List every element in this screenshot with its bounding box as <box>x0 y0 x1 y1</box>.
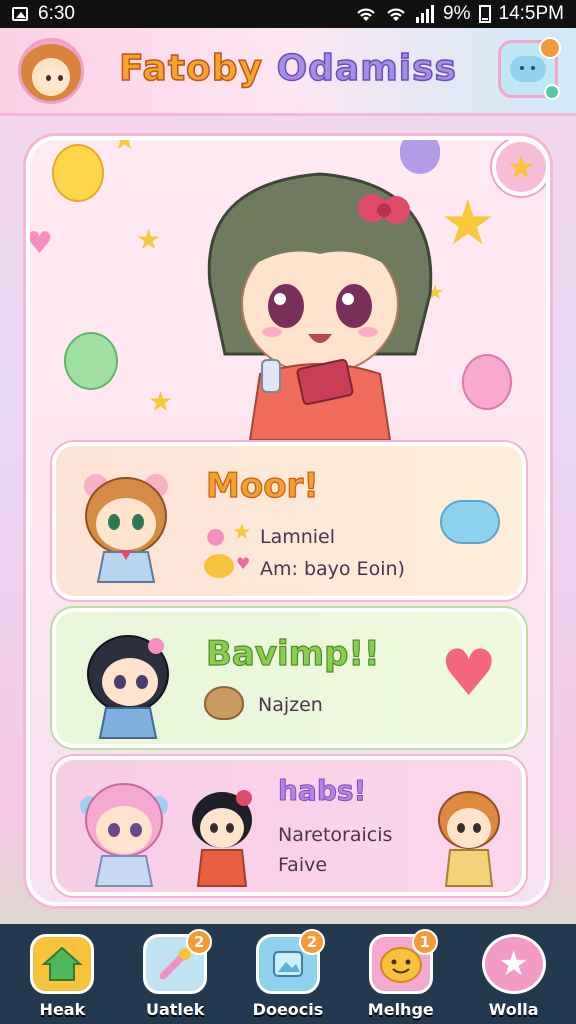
wifi-icon <box>387 8 405 21</box>
star-icon: ★ <box>440 186 496 259</box>
card-title: habs! <box>277 774 367 808</box>
favorite-star-button[interactable]: ★ <box>492 140 546 196</box>
signal-icon <box>416 5 435 23</box>
nav-badge: 1 <box>411 929 438 955</box>
bear-icon <box>204 686 244 720</box>
nav-label: Heak <box>39 1000 86 1019</box>
character-avatar <box>80 783 168 887</box>
bottom-nav: Heak 2 Uatlek 2 Doeocis 1 Melhge ★ Wolla <box>0 924 576 1024</box>
card-title: Moor! <box>205 465 319 506</box>
app-title-part1: Fatoby <box>118 47 264 90</box>
character-avatar <box>84 474 168 583</box>
status-time-left: 6:30 <box>38 3 75 24</box>
nav-item-home[interactable]: Heak <box>8 926 116 1022</box>
smile-icon: 1 <box>368 929 438 994</box>
heart-icon: ♥ <box>236 554 251 573</box>
home-icon <box>30 934 95 994</box>
status-bar: 6:30 9% 14:5PM <box>0 0 576 28</box>
card-line: Najzen <box>258 694 323 716</box>
nav-item-melhge[interactable]: 1 Melhge <box>347 926 455 1022</box>
character-avatar <box>192 790 252 887</box>
card-title: Bavimp!! <box>205 633 380 674</box>
flower-star-icon: ★ <box>481 934 546 994</box>
battery-percent: 9% <box>443 3 471 24</box>
hero-illustration: ★ ★ ★ ★ ★ ♥ ★ <box>30 140 546 440</box>
card-habs[interactable]: habs! Naretoraicis Faive <box>52 756 526 896</box>
heart-icon[interactable]: ♥ <box>440 642 497 706</box>
card-moor[interactable]: Moor! ● ★ Lamniel ♥ Am: bayo Eoin) <box>52 442 526 600</box>
character-avatar <box>438 791 500 887</box>
cloud-face-icon <box>510 56 546 82</box>
nav-badge: 2 <box>186 929 213 955</box>
star-icon: ★ <box>232 520 252 545</box>
apple-icon: ● <box>206 524 226 549</box>
battery-icon <box>478 5 491 23</box>
nav-label: Doeocis <box>252 1000 324 1019</box>
nav-badge: 2 <box>298 929 325 955</box>
picture-icon: 2 <box>255 929 325 994</box>
cloud-face-icon <box>440 500 500 544</box>
card-bavimp[interactable]: Bavimp!! Najzen ♥ <box>52 608 526 748</box>
card-line: Lamniel <box>260 526 336 548</box>
app-title: Fatoby Odamiss <box>0 47 576 90</box>
star-icon: ★ <box>112 140 137 154</box>
star-icon: ★ <box>148 385 174 418</box>
image-icon <box>12 7 28 21</box>
wifi-icon <box>357 8 375 21</box>
hero-character <box>207 172 433 440</box>
heart-icon: ♥ <box>30 226 53 261</box>
smile-icon <box>204 554 234 578</box>
character-avatar <box>87 635 169 739</box>
nav-item-wolla[interactable]: ★ Wolla <box>460 926 568 1022</box>
cloud-menu-button[interactable] <box>498 37 561 100</box>
balloon-icon <box>52 144 104 202</box>
nav-label: Wolla <box>488 1000 539 1019</box>
star-icon: ★ <box>136 223 162 256</box>
status-dot <box>544 84 560 100</box>
card-line: Am: bayo Eoin) <box>260 558 405 580</box>
app-header: Fatoby Odamiss <box>0 28 576 116</box>
status-time-right: 14:5PM <box>498 3 564 24</box>
balloon-icon <box>64 332 118 390</box>
card-line: Faive <box>278 854 328 876</box>
nav-item-uatlek[interactable]: 2 Uatlek <box>121 926 229 1022</box>
nav-label: Melhge <box>367 1000 434 1019</box>
balloon-icon <box>462 354 512 410</box>
nav-label: Uatlek <box>145 1000 205 1019</box>
card-line: Naretoraicis <box>278 824 393 846</box>
main-panel: ★ ★ ★ ★ ★ ♥ ★ <box>26 136 550 906</box>
nav-item-doeocis[interactable]: 2 Doeocis <box>234 926 342 1022</box>
notification-badge <box>539 37 561 59</box>
wand-icon: 2 <box>143 929 213 994</box>
app-title-part2: Odamiss <box>276 47 457 90</box>
